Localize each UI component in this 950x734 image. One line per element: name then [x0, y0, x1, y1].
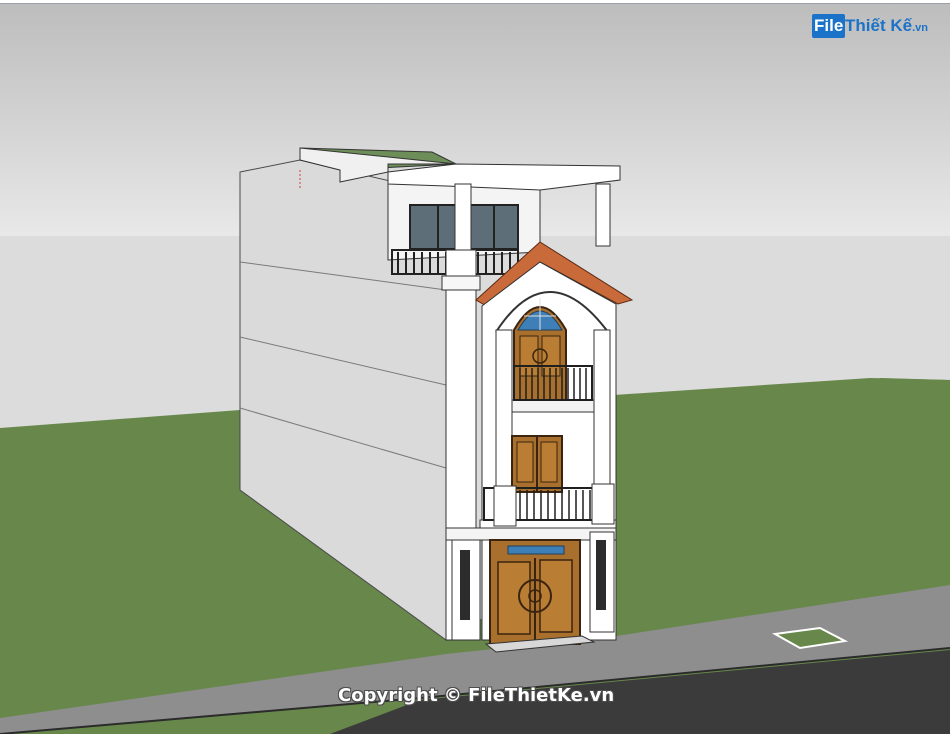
top-column-left [454, 183, 472, 253]
second-floor-balcony-slab [511, 399, 595, 413]
first-floor-door-panel-1 [516, 441, 534, 483]
gable-column-right [593, 329, 611, 491]
sketchup-viewport[interactable]: File Thiết Kế.vn Copyright © FileThietKe… [0, 0, 950, 734]
balcony-post-left [493, 485, 517, 527]
gable-column-left [495, 329, 513, 491]
main-door-transom [507, 545, 565, 555]
top-column-right [595, 183, 611, 247]
main-door-panel-left [497, 561, 531, 635]
facade-left-pier-cap [441, 275, 481, 291]
logo-mark: File [812, 14, 846, 38]
upper-door-panel-left [519, 335, 539, 377]
vent-grille-right [596, 540, 606, 610]
balcony-post-right [591, 483, 615, 525]
logo-text: Thiết Kế.vn [845, 16, 928, 36]
vent-grille-left [460, 550, 470, 620]
main-door-panel-right [539, 559, 573, 633]
first-floor-door-panel-2 [540, 441, 558, 483]
3d-model-scene[interactable] [0, 0, 950, 734]
copyright-watermark: Copyright © FileThietKe.vn [338, 685, 615, 706]
brand-logo: File Thiết Kế.vn [812, 12, 928, 42]
logo-text-main: Thiết Kế [845, 16, 913, 35]
logo-tld: .vn [912, 22, 928, 34]
